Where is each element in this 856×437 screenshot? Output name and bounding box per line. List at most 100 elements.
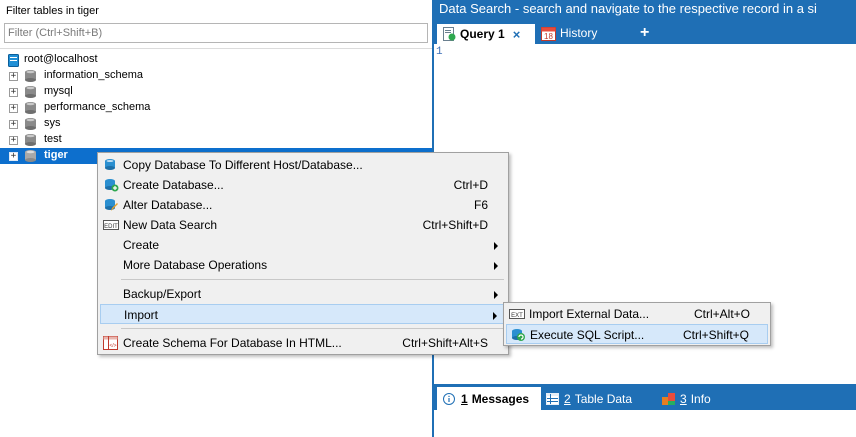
- tree-item-label: performance_schema: [44, 101, 151, 113]
- expand-icon[interactable]: +: [9, 72, 18, 81]
- tab-table-data[interactable]: 2 Table Data: [546, 387, 632, 410]
- database-context-menu: Copy Database To Different Host/Database…: [97, 152, 509, 355]
- tree-item-test[interactable]: + test: [0, 132, 432, 148]
- tab-number: 1: [461, 391, 468, 406]
- menu-label: More Database Operations: [123, 258, 268, 272]
- menu-label: Create Database...: [123, 178, 224, 192]
- menu-item-create-database[interactable]: Create Database... Ctrl+D: [100, 175, 506, 195]
- menu-item-new-data-search[interactable]: EDIT New Data Search Ctrl+Shift+D: [100, 215, 506, 235]
- messages-area: [434, 410, 856, 437]
- menu-item-import-external-data[interactable]: EXT Import External Data... Ctrl+Alt+O: [506, 304, 768, 324]
- tree-item-label: mysql: [44, 85, 73, 97]
- svg-text:EXT: EXT: [511, 313, 523, 319]
- grid-icon: [546, 392, 559, 405]
- menu-label: Execute SQL Script...: [530, 328, 645, 342]
- query-editor-icon: [443, 27, 456, 41]
- tree-item-sys[interactable]: + sys: [0, 116, 432, 132]
- tree-root-server[interactable]: root@localhost: [0, 52, 432, 68]
- tab-query-1[interactable]: Query 1 ×: [437, 22, 535, 44]
- data-search-icon: EDIT: [103, 220, 119, 230]
- menu-label: Alter Database...: [123, 198, 213, 212]
- menu-item-execute-sql-script[interactable]: Execute SQL Script... Ctrl+Shift+Q: [506, 324, 768, 344]
- tab-label: Table Data: [574, 391, 633, 406]
- html-schema-icon: </>: [103, 336, 118, 350]
- database-icon: [25, 70, 36, 82]
- database-icon: [25, 150, 36, 162]
- svg-text:EDIT: EDIT: [104, 224, 118, 230]
- menu-item-create-schema-html[interactable]: </> Create Schema For Database In HTML..…: [100, 333, 506, 353]
- tree-item-label: sys: [44, 117, 61, 129]
- import-external-icon: EXT: [509, 309, 525, 319]
- tab-number: 3: [680, 391, 687, 406]
- menu-label: Create Schema For Database In HTML...: [123, 336, 342, 350]
- submenu-arrow-icon: [494, 262, 498, 270]
- menu-label: Import: [124, 308, 159, 322]
- menu-item-more-database-operations[interactable]: More Database Operations: [100, 255, 506, 275]
- submenu-arrow-icon: [493, 312, 497, 320]
- submenu-arrow-icon: [494, 242, 498, 250]
- menu-label: Copy Database To Different Host/Database…: [123, 158, 363, 172]
- tab-messages[interactable]: 1 Messages: [437, 387, 541, 410]
- server-icon: [8, 54, 19, 67]
- execute-sql-icon: [512, 329, 525, 341]
- results-tab-strip: 1 Messages 2 Table Data 3 Info: [434, 384, 856, 410]
- menu-shortcut: Ctrl+Alt+O: [693, 307, 750, 321]
- tab-number: 2: [564, 391, 571, 406]
- menu-shortcut: Ctrl+D: [453, 178, 488, 192]
- tree-item-mysql[interactable]: + mysql: [0, 84, 432, 100]
- menu-item-backup-export[interactable]: Backup/Export: [100, 284, 506, 304]
- info-circle-icon: [443, 392, 455, 405]
- svg-text:</>: </>: [109, 343, 116, 349]
- tab-label: History: [560, 26, 598, 40]
- tab-label: Query 1: [460, 27, 505, 41]
- expand-icon[interactable]: +: [9, 152, 18, 161]
- submenu-arrow-icon: [494, 291, 498, 299]
- database-icon: [25, 102, 36, 114]
- menu-separator: [121, 279, 504, 280]
- add-tab-button[interactable]: +: [640, 22, 649, 44]
- filter-tables-input[interactable]: [4, 23, 428, 43]
- database-icon: [25, 118, 36, 130]
- menu-shortcut: Ctrl+Shift+D: [422, 218, 488, 232]
- calendar-icon: 18: [541, 26, 556, 41]
- create-db-icon: [105, 179, 119, 192]
- expand-icon[interactable]: +: [9, 104, 18, 113]
- menu-item-alter-database[interactable]: Alter Database... F6: [100, 195, 506, 215]
- menu-item-copy-database[interactable]: Copy Database To Different Host/Database…: [100, 155, 506, 175]
- tree-item-performance-schema[interactable]: + performance_schema: [0, 100, 432, 116]
- expand-icon[interactable]: +: [9, 120, 18, 129]
- copy-db-icon: [105, 159, 115, 170]
- expand-icon[interactable]: +: [9, 88, 18, 97]
- tree-item-label: information_schema: [44, 69, 144, 81]
- menu-label: New Data Search: [123, 218, 218, 232]
- database-icon: [25, 86, 36, 98]
- alter-db-icon: [105, 199, 118, 211]
- tree-root-label: root@localhost: [24, 53, 98, 65]
- tab-history[interactable]: 18 History: [541, 22, 597, 44]
- tab-label: Info: [690, 391, 711, 406]
- close-tab-icon[interactable]: ×: [513, 27, 521, 42]
- filter-label: Filter tables in tiger: [6, 5, 99, 17]
- menu-shortcut: Ctrl+Shift+Alt+S: [402, 336, 488, 350]
- expand-icon[interactable]: +: [9, 136, 18, 145]
- tree-item-label: tiger: [44, 149, 68, 161]
- panel-header: Data Search - search and navigate to the…: [434, 0, 856, 20]
- tree-item-label: test: [44, 133, 62, 145]
- query-tab-strip: Query 1 × 18 History +: [434, 20, 856, 44]
- menu-shortcut: F6: [473, 198, 488, 212]
- menu-label: Backup/Export: [123, 287, 202, 301]
- tab-info[interactable]: 3 Info: [662, 387, 711, 410]
- line-number: 1: [436, 46, 443, 58]
- info-blocks-icon: [662, 392, 675, 405]
- menu-shortcut: Ctrl+Shift+Q: [682, 328, 749, 342]
- menu-item-import[interactable]: Import: [100, 304, 506, 324]
- menu-label: Create: [123, 238, 160, 252]
- calendar-icon-number: 18: [544, 32, 553, 41]
- database-icon: [25, 134, 36, 146]
- menu-separator: [121, 328, 504, 329]
- import-submenu: EXT Import External Data... Ctrl+Alt+O E…: [503, 302, 771, 346]
- menu-label: Import External Data...: [529, 307, 650, 321]
- menu-item-create[interactable]: Create: [100, 235, 506, 255]
- tab-label: Messages: [471, 391, 530, 406]
- tree-item-information-schema[interactable]: + information_schema: [0, 68, 432, 84]
